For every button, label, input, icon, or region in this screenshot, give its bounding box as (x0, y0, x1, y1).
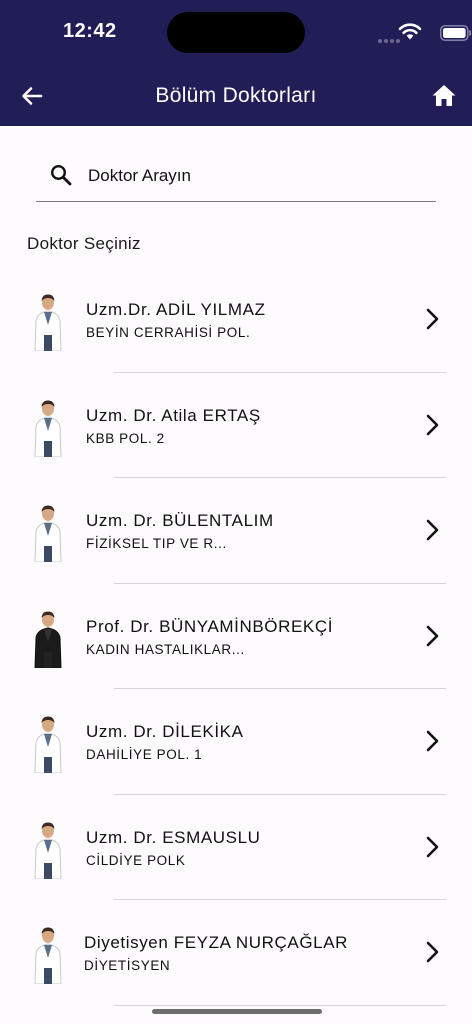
doctor-avatar (34, 400, 62, 457)
doctor-list-item[interactable]: Prof. Dr. BÜNYAMİNBÖREKÇİ KADIN HASTALIK… (0, 584, 472, 689)
doctor-name: Prof. Dr. BÜNYAMİNBÖREKÇİ (86, 616, 334, 636)
battery-icon (440, 25, 472, 41)
doctor-list-item[interactable]: Diyetisyen FEYZA NURÇAĞLAR DİYETİSYEN (0, 900, 472, 1006)
chevron-right-icon (426, 730, 439, 752)
doctor-name: Uzm. Dr. Atila ERTAŞ (86, 405, 261, 425)
status-time: 12:42 (63, 20, 117, 42)
doctor-department: FİZİKSEL TIP VE R... (86, 536, 227, 551)
doctor-avatar (34, 294, 62, 351)
doctor-department: KADIN HASTALIKLAR... (86, 641, 245, 657)
section-label: Doktor Seçiniz (27, 234, 141, 253)
home-icon[interactable] (430, 82, 458, 110)
doctor-name: Uzm. Dr. BÜLENTALIM (86, 511, 274, 530)
chevron-right-icon (426, 519, 439, 541)
doctor-department: KBB POL. 2 (86, 430, 165, 446)
doctor-department: BEYİN CERRAHİSİ POL. (86, 325, 251, 340)
doctor-avatar (34, 505, 62, 562)
doctor-department: CİLDİYE POLK (86, 852, 186, 868)
doctor-list-item[interactable]: Uzm. Dr. BÜLENTALIM FİZİKSEL TIP VE R... (0, 478, 472, 584)
doctor-list-item[interactable]: Uzm. Dr. ESMAUSLU CİLDİYE POLK (0, 795, 472, 900)
doctor-avatar (34, 822, 62, 879)
dynamic-island (167, 12, 305, 53)
chevron-right-icon (426, 414, 439, 435)
search-icon (50, 164, 72, 186)
doctor-name: Uzm.Dr. ADİL YILMAZ (86, 300, 266, 319)
doctor-name: Diyetisyen FEYZA NURÇAĞLAR (84, 933, 349, 952)
doctor-department: DİYETİSYEN (84, 958, 171, 973)
list-divider (114, 1004, 446, 1006)
doctor-list: Uzm.Dr. ADİL YILMAZ BEYİN CERRAHİSİ POL.… (0, 267, 472, 1006)
page-title: Bölüm Doktorları (155, 84, 317, 107)
doctor-list-item[interactable]: Uzm. Dr. Atila ERTAŞ KBB POL. 2 (0, 373, 472, 478)
chevron-right-icon (426, 941, 439, 963)
wifi-icon (398, 23, 422, 40)
chevron-right-icon (426, 836, 439, 857)
doctor-name: Uzm. Dr. ESMAUSLU (86, 827, 261, 847)
doctor-list-item[interactable]: Uzm.Dr. ADİL YILMAZ BEYİN CERRAHİSİ POL. (0, 267, 472, 373)
doctor-avatar (34, 927, 62, 984)
chevron-right-icon (426, 308, 439, 330)
doctor-avatar (34, 716, 62, 773)
chevron-right-icon (426, 625, 439, 646)
search-bar (36, 160, 436, 202)
doctor-list-item[interactable]: Uzm. Dr. DİLEKİKA DAHİLİYE POL. 1 (0, 689, 472, 795)
doctor-department: DAHİLİYE POL. 1 (86, 747, 203, 762)
doctor-name: Uzm. Dr. DİLEKİKA (86, 722, 244, 741)
app-header: 12:42 Bölüm Doktorları (0, 0, 472, 126)
doctor-avatar (34, 611, 62, 668)
search-input[interactable] (88, 162, 428, 190)
home-indicator (152, 1009, 322, 1014)
